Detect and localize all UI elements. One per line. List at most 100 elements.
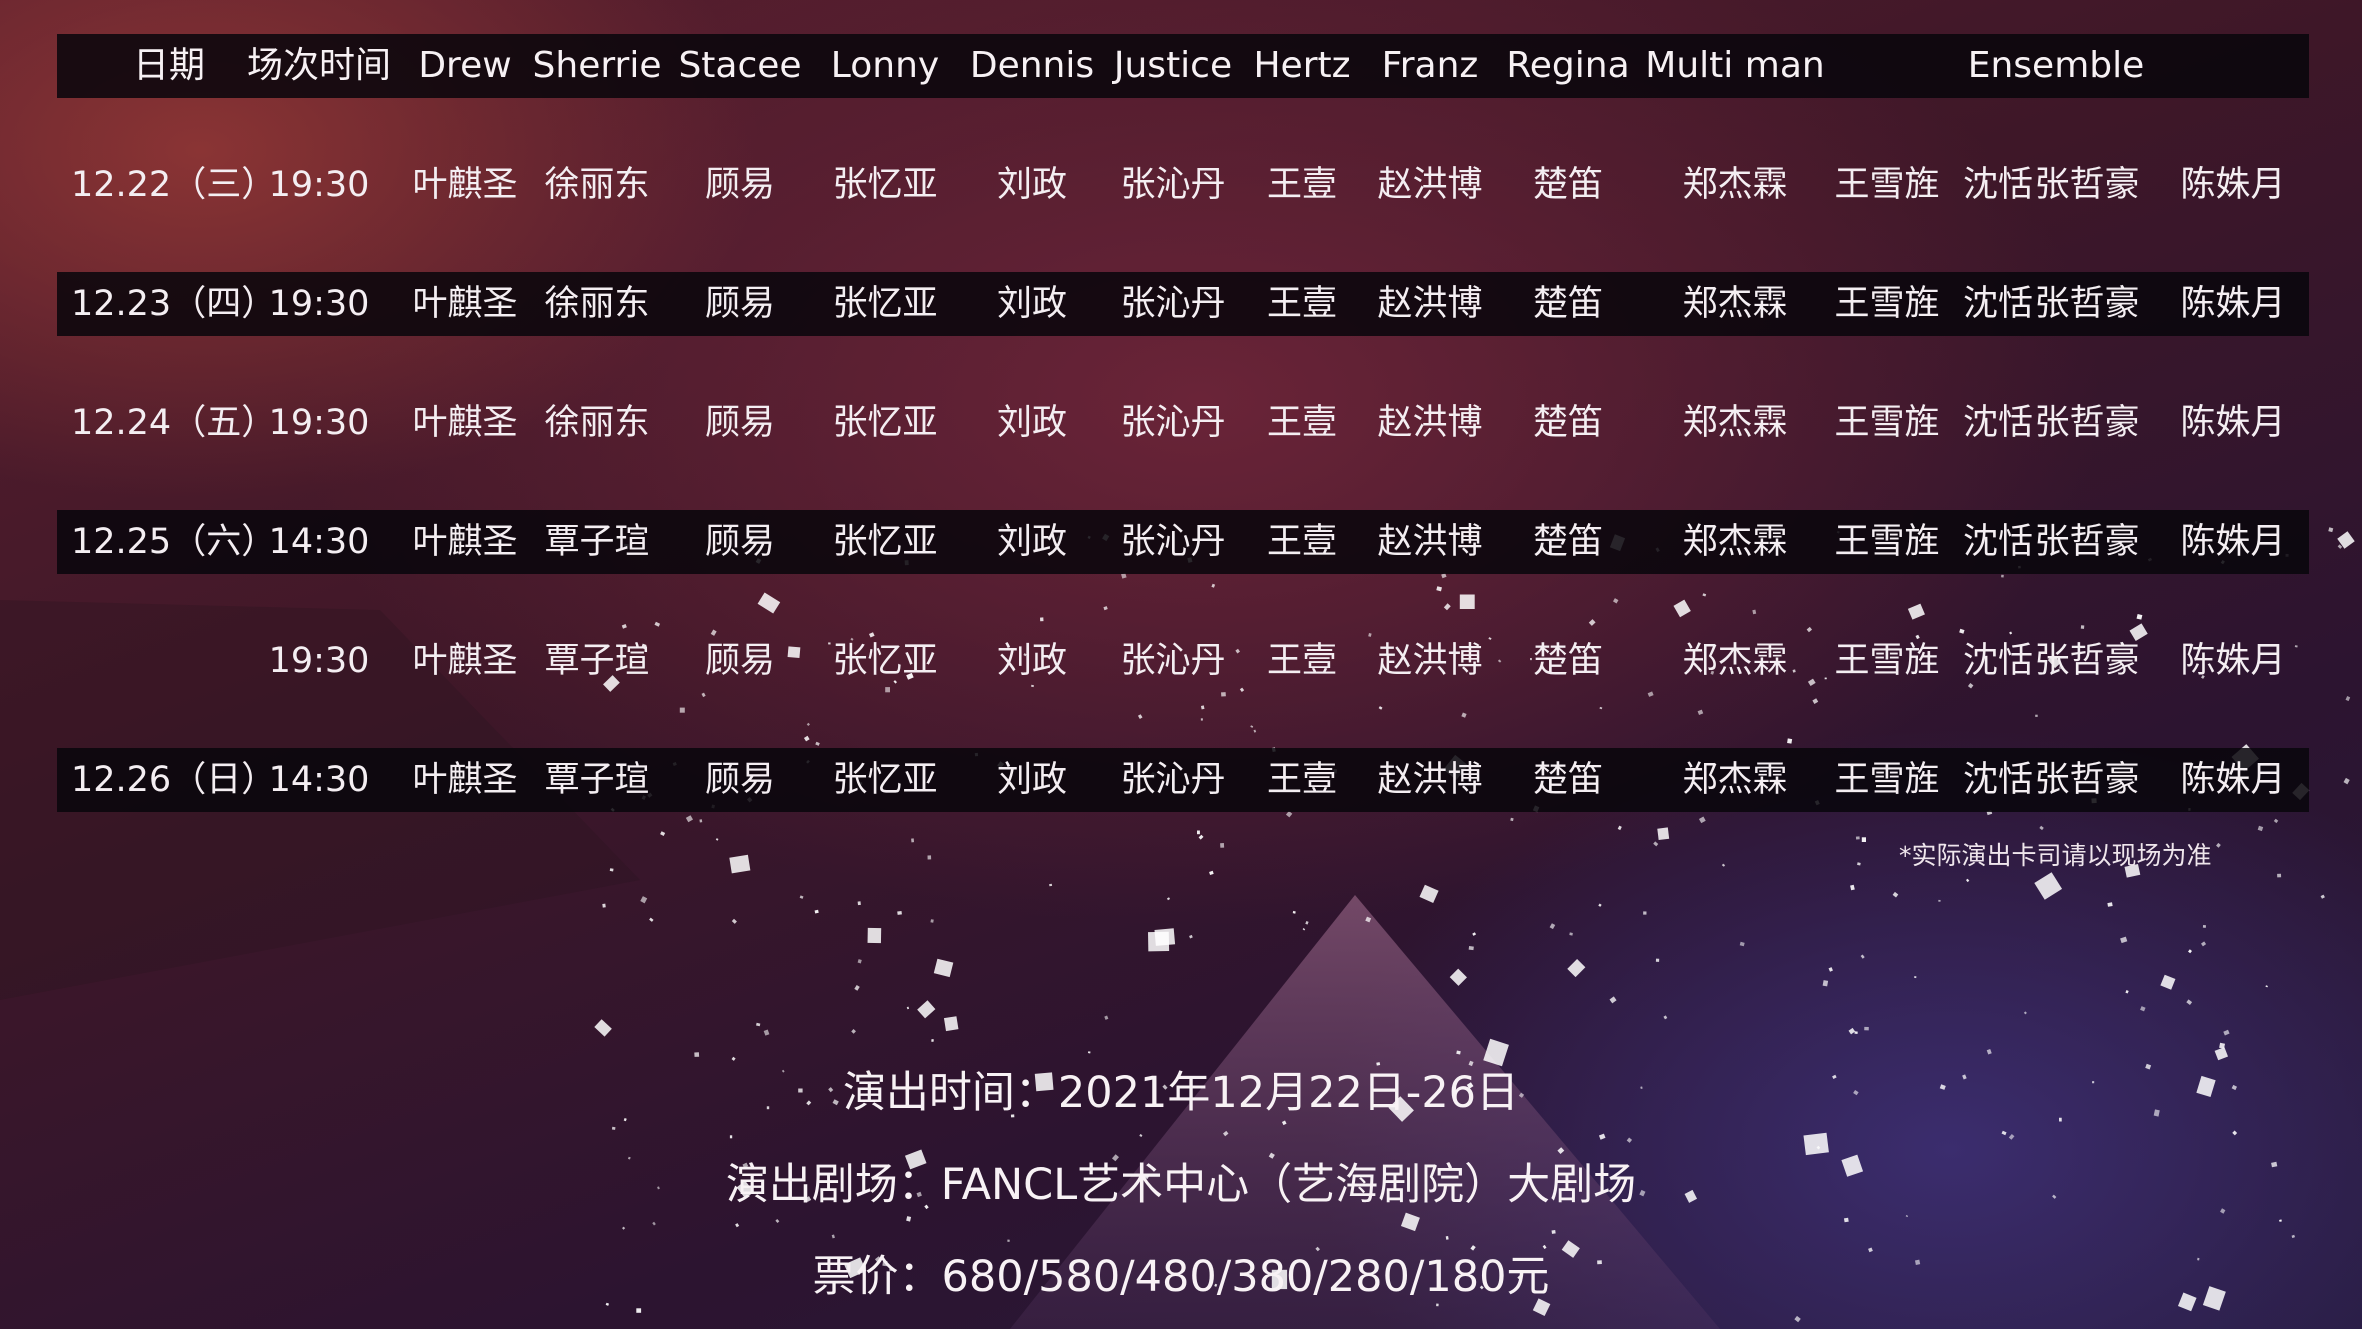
confetti-piece xyxy=(2034,872,2063,900)
cell-stacee: 顾易 xyxy=(704,165,776,205)
confetti-piece xyxy=(1449,968,1467,986)
confetti-piece xyxy=(729,1135,733,1139)
confetti-piece xyxy=(594,1019,612,1037)
confetti-piece xyxy=(1609,996,1617,1004)
cell-time: 19:30 xyxy=(268,641,370,681)
cell-regina: 楚笛 xyxy=(1532,165,1604,205)
cell-lonny: 张忆亚 xyxy=(832,522,938,562)
cell-sherrie: 徐丽东 xyxy=(544,284,650,324)
confetti-piece xyxy=(1598,1133,1606,1140)
header-dennis: Dennis xyxy=(969,45,1095,86)
cell-dennis: 刘政 xyxy=(996,641,1068,681)
cell-sherrie: 覃子瑄 xyxy=(544,641,650,681)
confetti-piece xyxy=(1938,899,1941,902)
cell-lonny: 张忆亚 xyxy=(832,403,938,443)
cell-multi: 郑杰霖 xyxy=(1682,522,1788,562)
cell-justice: 张沁丹 xyxy=(1120,641,1226,681)
confetti-piece xyxy=(814,909,819,914)
cell-time: 14:30 xyxy=(268,522,370,562)
confetti-piece xyxy=(1220,842,1225,848)
cell-hertz: 王壹 xyxy=(1266,284,1338,324)
cell-franz: 赵洪博 xyxy=(1377,403,1483,443)
confetti-piece xyxy=(2223,1029,2230,1036)
cell-dennis: 刘政 xyxy=(996,522,1068,562)
confetti-piece xyxy=(1663,1015,1668,1020)
cell-regina: 楚笛 xyxy=(1532,760,1604,800)
confetti-piece xyxy=(1567,959,1586,978)
cell-ensemble-member: 王雪旌 xyxy=(1834,641,1940,681)
confetti-piece xyxy=(2202,924,2206,928)
confetti-piece xyxy=(731,918,737,924)
confetti-piece xyxy=(1305,921,1309,925)
confetti-piece xyxy=(851,1029,856,1034)
cell-sherrie: 覃子瑄 xyxy=(544,522,650,562)
cell-hertz: 王壹 xyxy=(1266,165,1338,205)
cell-stacee: 顾易 xyxy=(704,403,776,443)
row-gap xyxy=(57,217,2309,272)
schedule-rows: 12.22（三） 19:30 叶麒圣 徐丽东 顾易 张忆亚 刘政 张沁丹 王壹 赵洪博 楚笛 郑杰霖王… xyxy=(57,98,2309,812)
cell-drew: 叶麒圣 xyxy=(412,522,518,562)
confetti-piece xyxy=(2160,974,2176,990)
confetti-piece xyxy=(917,1000,936,1019)
confetti-piece xyxy=(2125,990,2129,994)
cell-date: 12.23（四） xyxy=(71,284,277,324)
confetti-piece xyxy=(2188,949,2193,954)
header-hertz: Hertz xyxy=(1253,45,1351,86)
confetti-piece xyxy=(1569,932,1573,936)
confetti-piece xyxy=(2107,902,2113,907)
confetti-piece xyxy=(931,1039,934,1042)
cell-date: 12.25（六） xyxy=(71,522,277,562)
confetti-piece xyxy=(1892,891,1899,898)
confetti-piece xyxy=(735,1223,740,1228)
confetti-piece xyxy=(715,838,719,841)
confetti-piece xyxy=(1914,976,1917,979)
cell-franz: 赵洪博 xyxy=(1377,641,1483,681)
confetti-piece xyxy=(2201,941,2207,947)
cell-hertz: 王壹 xyxy=(1266,641,1338,681)
confetti-piece xyxy=(2343,777,2350,785)
confetti-piece xyxy=(2257,825,2264,832)
confetti-piece xyxy=(685,815,693,823)
cell-sherrie: 徐丽东 xyxy=(544,165,650,205)
cast-schedule-table: 日期 场次时间 Drew Sherrie Stacee Lonny Dennis… xyxy=(57,34,2309,812)
cell-ensemble-member: 王雪旌 xyxy=(1834,522,1940,562)
cell-stacee: 顾易 xyxy=(704,284,776,324)
cell-dennis: 刘政 xyxy=(996,403,1068,443)
confetti-piece xyxy=(1857,862,1861,866)
header-stacee: Stacee xyxy=(678,45,802,86)
confetti-piece xyxy=(1721,863,1726,867)
confetti-piece xyxy=(2265,985,2268,988)
table-row: 12.24（五） 19:30 叶麒圣 徐丽东 顾易 张忆亚 刘政 张沁丹 王壹 赵洪博 楚笛 郑杰霖 王… xyxy=(57,391,2309,455)
cell-drew: 叶麒圣 xyxy=(412,641,518,681)
confetti-piece xyxy=(854,985,860,991)
confetti-piece xyxy=(1104,1015,1109,1020)
cell-multi: 郑杰霖 xyxy=(1682,641,1788,681)
confetti-piece xyxy=(1087,1051,1091,1054)
cell-justice: 张沁丹 xyxy=(1120,403,1226,443)
confetti-piece xyxy=(867,927,882,944)
header-date: 日期 xyxy=(132,45,206,86)
confetti-piece xyxy=(1864,1026,1869,1031)
cell-ensemble-member: 王雪旌 xyxy=(1834,284,1940,324)
header-ensemble: Ensemble xyxy=(1967,45,2145,86)
confetti-piece xyxy=(652,1221,656,1226)
confetti-piece xyxy=(2328,527,2334,533)
cell-stacee: 顾易 xyxy=(704,760,776,800)
cell-regina: 楚笛 xyxy=(1532,641,1604,681)
cell-date: 12.24（五） xyxy=(71,403,277,443)
confetti-piece xyxy=(1551,1230,1556,1234)
confetti-piece xyxy=(1861,837,1866,842)
cell-multi: 郑杰霖 xyxy=(1682,165,1788,205)
confetti-piece xyxy=(2023,1011,2027,1015)
ticket-prices: 票价：680/580/480/380/280/180元 xyxy=(812,1252,1550,1302)
header-lonny: Lonny xyxy=(830,45,940,86)
confetti-piece xyxy=(1049,883,1053,887)
header-regina: Regina xyxy=(1506,45,1630,86)
confetti-piece xyxy=(1643,911,1647,915)
confetti-piece xyxy=(1965,878,1970,883)
confetti-piece xyxy=(930,919,934,923)
confetti-piece xyxy=(1209,870,1214,876)
confetti-piece xyxy=(1598,903,1602,907)
cell-multi: 郑杰霖 xyxy=(1682,760,1788,800)
confetti-piece xyxy=(1848,1027,1856,1035)
